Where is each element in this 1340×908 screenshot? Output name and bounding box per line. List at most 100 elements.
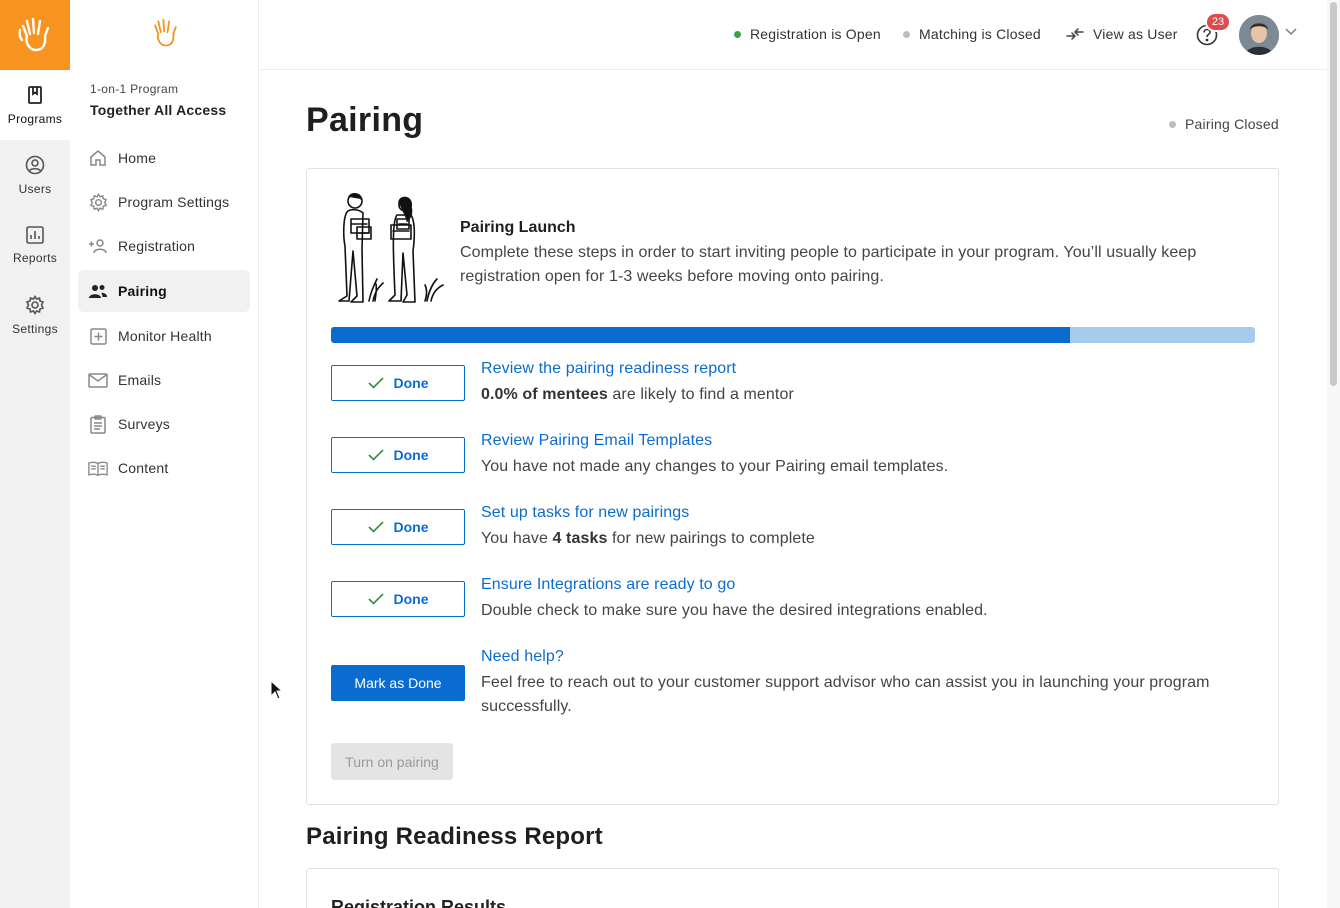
step-description: You have not made any changes to your Pa… [481,458,949,475]
step-link[interactable]: Need help? [481,648,564,666]
gear-icon [89,192,107,212]
clipboard-icon [90,414,106,434]
sidebar-item-label: Monitor Health [118,328,212,344]
done-button[interactable]: Done [331,365,465,401]
top-bar: Registration is Open Matching is Closed … [259,0,1327,70]
done-label: Done [393,447,429,463]
avatar[interactable] [1239,15,1279,55]
turn-on-pairing-button[interactable]: Turn on pairing [331,743,453,780]
home-icon [90,150,106,166]
matching-status[interactable]: Matching is Closed [903,26,1041,42]
sidebar-item-label: Surveys [118,416,170,432]
gear-icon [25,294,45,315]
rail-label: Users [18,181,52,196]
program-type: 1-on-1 Program [90,82,179,96]
launch-description: Complete these steps in order to start i… [460,244,1197,285]
step-description: You have 4 tasks for new pairings to com… [481,527,1241,551]
users-icon [89,285,107,298]
open-book-icon [88,461,108,476]
chevron-down-icon[interactable] [1285,28,1297,36]
hand-wave-icon [154,18,177,47]
status-dot [903,30,910,38]
registration-status-label: Registration is Open [750,26,881,42]
pairing-status: Pairing Closed [1169,116,1279,132]
sidebar-item-label: Content [118,460,169,476]
launch-progress-bar [331,327,1255,343]
done-label: Done [393,591,429,607]
sidebar-item-label: Program Settings [118,194,230,210]
step-link[interactable]: Ensure Integrations are ready to go [481,576,735,594]
hand-wave-icon [18,17,50,52]
done-button[interactable]: Done [331,437,465,473]
mouse-cursor-icon [270,680,284,700]
status-dot [1169,120,1176,128]
step-link[interactable]: Set up tasks for new pairings [481,504,689,522]
scrollbar-thumb[interactable] [1330,2,1337,386]
check-icon [367,521,384,533]
user-avatar-image [1239,15,1279,55]
check-icon [367,593,384,605]
primary-rail: Programs Users Reports Settings [0,0,70,908]
swap-arrows-icon [1066,28,1084,40]
readiness-heading: Pairing Readiness Report [306,823,603,850]
program-name: Together All Access [90,102,227,118]
step-desc-text: are likely to find a mentor [607,386,794,403]
sidebar-item-pairing[interactable]: Pairing [78,270,250,312]
step-desc-bold: 0.0% of mentees [481,386,608,403]
sidebar-item-label: Emails [118,372,162,388]
rail-item-reports[interactable]: Reports [0,210,70,280]
step-description: Feel free to reach out to your customer … [481,674,1210,715]
check-icon [367,377,384,389]
progress-fill [331,327,1071,343]
rail-item-settings[interactable]: Settings [0,280,70,350]
status-dot [734,30,741,38]
user-circle-icon [25,155,45,174]
add-user-icon [89,239,107,254]
bar-chart-icon [26,225,44,244]
page-title: Pairing [306,101,424,139]
registration-results-title: Registration Results [331,897,507,908]
rail-item-programs[interactable]: Programs [0,70,70,140]
step-desc-text: for new pairings to complete [607,530,815,547]
step-description: Double check to make sure you have the d… [481,602,988,619]
step-link[interactable]: Review Pairing Email Templates [481,432,712,450]
plus-square-icon [89,327,107,345]
sidebar-item-content[interactable]: Content [78,446,250,490]
view-as-user-label: View as User [1093,26,1178,42]
people-holding-boxes-illustration [338,193,444,303]
program-sidebar: 1-on-1 Program Together All Access Home … [70,0,259,908]
check-icon [367,449,384,461]
step-desc-bold: 4 tasks [552,530,608,547]
launch-title: Pairing Launch [460,219,576,236]
book-icon [28,85,42,104]
sidebar-item-registration[interactable]: Registration [78,224,250,268]
rail-label: Settings [12,321,58,336]
sidebar-item-home[interactable]: Home [78,136,250,180]
program-nav: Home Program Settings Registration Pairi… [78,136,250,490]
rail-label: Programs [7,111,63,126]
pairing-status-label: Pairing Closed [1185,116,1279,132]
registration-results-card: Registration Results [306,868,1279,908]
sidebar-item-monitor-health[interactable]: Monitor Health [78,314,250,358]
sidebar-item-surveys[interactable]: Surveys [78,402,250,446]
done-button[interactable]: Done [331,581,465,617]
rail-item-users[interactable]: Users [0,140,70,210]
rail-label: Reports [12,250,58,265]
view-as-user-button[interactable]: View as User [1066,26,1178,42]
done-button[interactable]: Done [331,509,465,545]
sidebar-item-label: Home [118,150,157,166]
sidebar-item-label: Registration [118,238,196,254]
step-link[interactable]: Review the pairing readiness report [481,360,736,378]
step-desc-text: You have [481,530,553,547]
sidebar-item-emails[interactable]: Emails [78,358,250,402]
mark-as-done-button[interactable]: Mark as Done [331,665,465,701]
scrollbar[interactable] [1327,0,1340,908]
notification-badge[interactable]: 23 [1205,12,1231,32]
registration-status[interactable]: Registration is Open [734,26,881,42]
sidebar-item-program-settings[interactable]: Program Settings [78,180,250,224]
done-label: Done [393,519,429,535]
pairing-launch-card: Pairing Launch Complete these steps in o… [306,168,1279,805]
done-label: Done [393,375,429,391]
brand-logo[interactable] [0,0,70,70]
mail-icon [88,372,108,388]
